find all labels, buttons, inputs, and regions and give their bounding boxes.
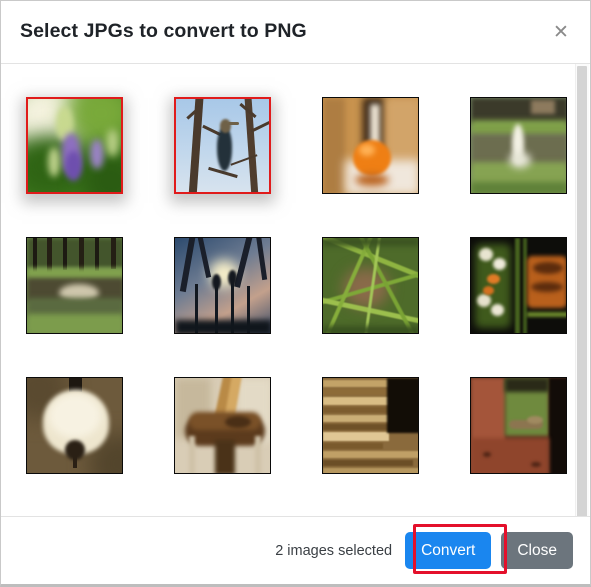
thumbnail-gallery — [1, 64, 590, 516]
image-pendant-lamp — [27, 378, 122, 473]
thumbnail-item[interactable] — [470, 237, 567, 334]
vertical-scrollbar-thumb[interactable] — [577, 66, 587, 516]
thumbnail-item[interactable] — [322, 377, 419, 474]
convert-dialog: Select JPGs to convert to PNG ✕ 2 images… — [0, 0, 591, 587]
thumbnail-item[interactable] — [174, 237, 271, 334]
thumbnail-item[interactable] — [26, 237, 123, 334]
thumbnail-item[interactable] — [470, 97, 567, 194]
thumbnail-row — [26, 97, 581, 194]
thumbnail-item[interactable] — [322, 97, 419, 194]
thumbnail-row — [26, 377, 581, 474]
image-wooden-chair — [175, 378, 270, 473]
thumbnail-grid — [1, 97, 581, 474]
close-button[interactable]: Close — [501, 532, 573, 569]
convert-button[interactable]: Convert — [405, 532, 492, 569]
thumbnail-item[interactable] — [26, 377, 123, 474]
thumbnail-item[interactable] — [470, 377, 567, 474]
thumbnail-item[interactable] — [174, 377, 271, 474]
image-flooded-forest — [27, 238, 122, 333]
image-bird-in-tree — [176, 99, 269, 192]
image-orange-fruit — [323, 98, 418, 193]
close-x-icon[interactable]: ✕ — [548, 19, 574, 45]
image-grass-closeup — [323, 238, 418, 333]
page-title: Select JPGs to convert to PNG — [20, 20, 307, 42]
image-flowers — [28, 99, 121, 192]
dialog-footer: 2 images selected Convert Close — [1, 516, 590, 584]
vertical-scrollbar-track[interactable] — [575, 64, 589, 516]
image-salmon-plate — [471, 238, 566, 333]
image-pond-fountain — [471, 98, 566, 193]
thumbnail-row — [26, 237, 581, 334]
dialog-header: Select JPGs to convert to PNG ✕ — [1, 1, 590, 64]
thumbnail-item[interactable] — [322, 237, 419, 334]
thumbnail-item[interactable] — [174, 97, 271, 194]
image-lizard-on-brick — [471, 378, 566, 473]
image-sunset-trees — [175, 238, 270, 333]
status-selected-count: 2 images selected — [275, 542, 393, 559]
thumbnail-item[interactable] — [26, 97, 123, 194]
image-stacked-books — [323, 378, 418, 473]
